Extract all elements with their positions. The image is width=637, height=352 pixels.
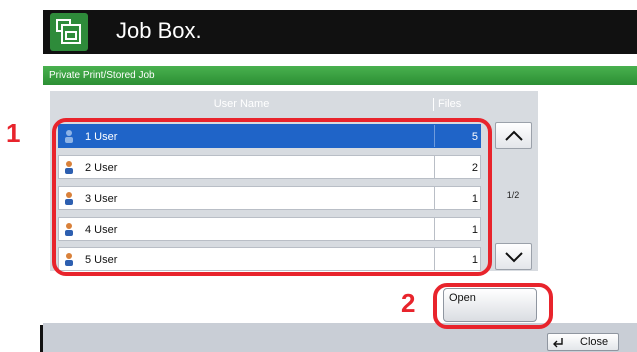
page-indicator: 1/2 xyxy=(506,190,520,200)
callout-number-1: 1 xyxy=(6,118,21,148)
open-highlight-frame xyxy=(433,283,553,329)
scroll-down-button[interactable] xyxy=(495,243,532,270)
job-box-icon xyxy=(50,13,88,51)
column-divider xyxy=(433,98,434,111)
close-button-label: Close xyxy=(580,336,609,348)
scroll-up-button[interactable] xyxy=(495,122,532,149)
app-title: Job Box. xyxy=(116,18,202,43)
close-button[interactable]: Close xyxy=(547,333,619,351)
chevron-down-icon xyxy=(505,252,523,263)
chevron-up-icon xyxy=(505,130,523,141)
return-icon xyxy=(553,338,563,348)
list-highlight-frame xyxy=(52,118,492,276)
left-edge-stripe xyxy=(40,325,43,352)
column-header-user-name: User Name xyxy=(213,98,270,110)
dialog-header-label: Private Print/Stored Job xyxy=(49,70,155,81)
column-header-files: Files xyxy=(438,98,462,110)
callout-number-2: 2 xyxy=(401,288,416,318)
